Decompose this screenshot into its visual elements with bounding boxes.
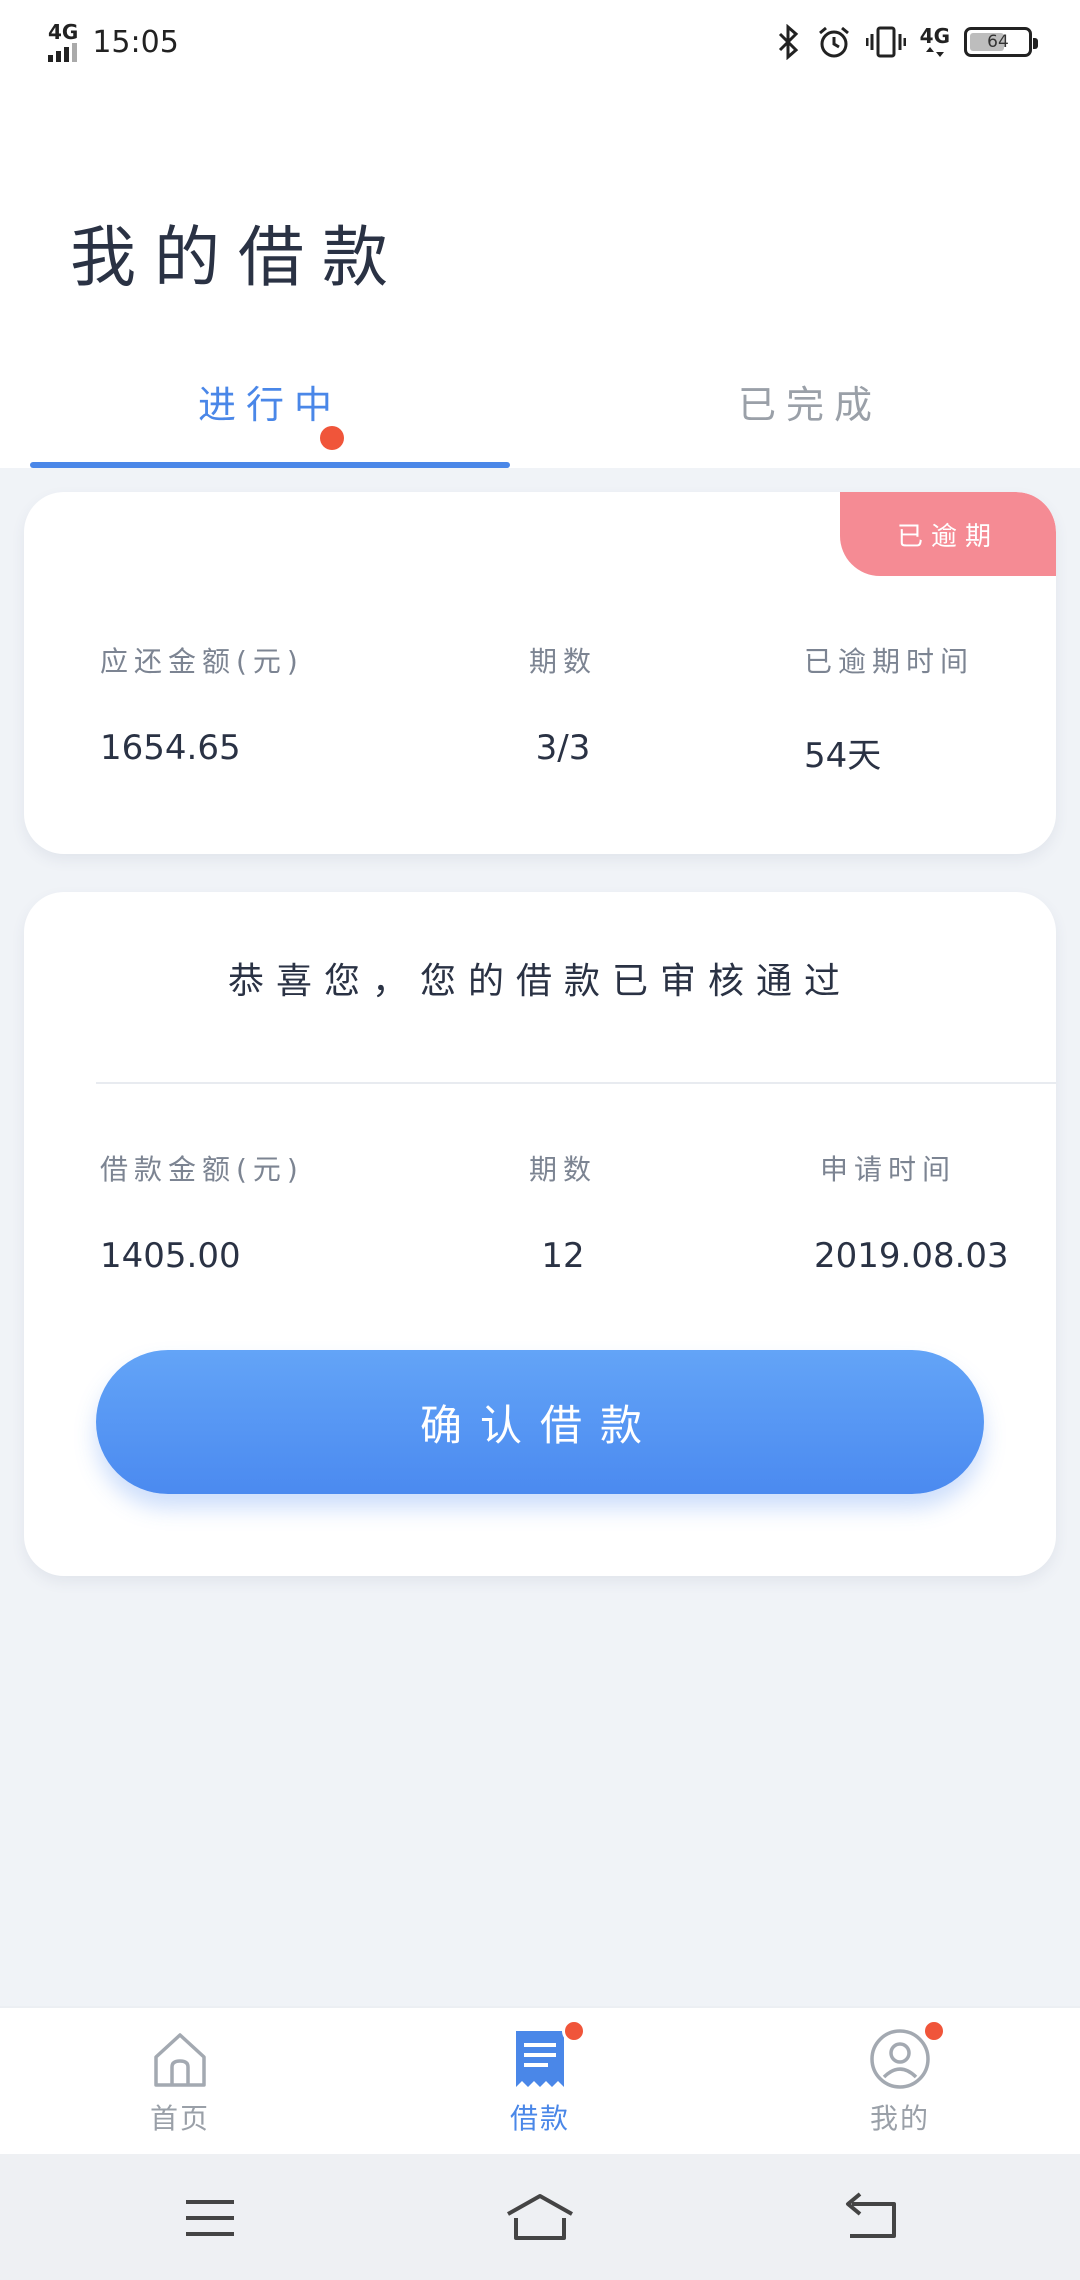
status-right: 4G 64: [776, 24, 1038, 60]
confirm-loan-button[interactable]: 确认借款: [96, 1350, 984, 1494]
nav-loan[interactable]: 借款: [440, 2008, 640, 2156]
home-nav-icon[interactable]: [502, 2190, 578, 2246]
apply-date-label: 申请时间: [820, 1153, 957, 1186]
status-bar: 4G 15:05 4G 64: [0, 0, 1080, 84]
nav-mine-notification-dot: [922, 2019, 946, 2043]
home-icon: [148, 2027, 212, 2091]
overdue-time-label: 已逾期时间: [804, 645, 975, 678]
amount-due-label: 应还金额(元): [100, 645, 304, 678]
tab-active-indicator: [30, 462, 510, 468]
header: 我的借款 进行中 已完成: [0, 84, 1080, 468]
overdue-time-column: 已逾期时间 54天: [804, 640, 974, 777]
menu-icon[interactable]: [172, 2190, 248, 2246]
tab-in-progress[interactable]: 进行中: [30, 334, 510, 468]
nav-loan-notification-dot: [562, 2019, 586, 2043]
overdue-loan-card[interactable]: 已逾期 应还金额(元) 1654.65 期数 3/3 已逾期时间 54天: [24, 492, 1056, 854]
amount-due-value: 1654.65: [100, 728, 241, 768]
bottom-nav: 首页 借款 我的: [0, 2006, 1080, 2154]
nav-home-label: 首页: [149, 2102, 210, 2135]
loan-amount-column: 借款金额(元) 1405.00: [100, 1148, 304, 1276]
tab-in-progress-label: 进行中: [197, 382, 342, 427]
installment-label: 期数: [528, 645, 597, 678]
vibrate-icon: [865, 26, 906, 58]
signal-bars: [48, 42, 77, 62]
installment-column: 期数 3/3: [508, 640, 618, 768]
bluetooth-icon: [778, 24, 798, 60]
tab-bar: 进行中 已完成: [0, 334, 1080, 468]
tab-completed[interactable]: 已完成: [570, 334, 1050, 468]
tab-completed-label: 已完成: [737, 382, 882, 427]
apply-date-value: 2019.08.03: [814, 1236, 1009, 1276]
cellular-signal-icon: 4G: [48, 22, 78, 62]
back-icon[interactable]: [834, 2190, 910, 2246]
loan-amount-value: 1405.00: [100, 1236, 241, 1276]
alarm-icon: [818, 26, 849, 58]
loan-document-icon: [508, 2019, 586, 2091]
term-label: 期数: [528, 1153, 597, 1186]
nav-loan-label: 借款: [509, 2102, 570, 2135]
battery-icon: 64: [964, 27, 1038, 57]
overdue-badge: 已逾期: [840, 492, 1056, 576]
apply-date-column: 申请时间 2019.08.03: [814, 1148, 1009, 1276]
nav-mine[interactable]: 我的: [800, 2008, 1000, 2156]
term-value: 12: [541, 1236, 585, 1276]
overdue-info-row: 应还金额(元) 1654.65 期数 3/3 已逾期时间 54天: [24, 640, 1056, 800]
overdue-time-value: 54天: [804, 736, 882, 776]
user-profile-icon: [868, 2019, 946, 2091]
network-type-right: 4G: [919, 24, 950, 48]
approved-info-row: 借款金额(元) 1405.00 期数 12 申请时间 2019.08.03: [24, 1148, 1056, 1308]
tab-notification-dot: [320, 426, 344, 450]
status-left: 4G 15:05: [48, 22, 179, 62]
system-nav-bar: [0, 2154, 1080, 2280]
page-title: 我的借款: [70, 219, 406, 296]
installment-value: 3/3: [535, 728, 591, 768]
battery-level: 64: [987, 32, 1009, 52]
status-time: 15:05: [92, 24, 179, 60]
amount-due-column: 应还金额(元) 1654.65: [100, 640, 304, 768]
nav-home[interactable]: 首页: [80, 2008, 280, 2156]
loan-amount-label: 借款金额(元): [100, 1153, 304, 1186]
approval-message: 恭喜您，您的借款已审核通过: [227, 961, 852, 1002]
term-column: 期数 12: [508, 1148, 618, 1276]
approved-loan-card: 恭喜您，您的借款已审核通过 借款金额(元) 1405.00 期数 12 申请时间…: [24, 892, 1056, 1576]
nav-mine-label: 我的: [869, 2102, 930, 2135]
data-network-icon: 4G: [920, 26, 950, 58]
divider: [96, 1082, 1056, 1084]
screen: 4G 15:05 4G 64 我的借款 进行中 已完成 已逾期 应还金额(元) …: [0, 0, 1080, 2280]
network-type: 4G: [48, 20, 79, 44]
